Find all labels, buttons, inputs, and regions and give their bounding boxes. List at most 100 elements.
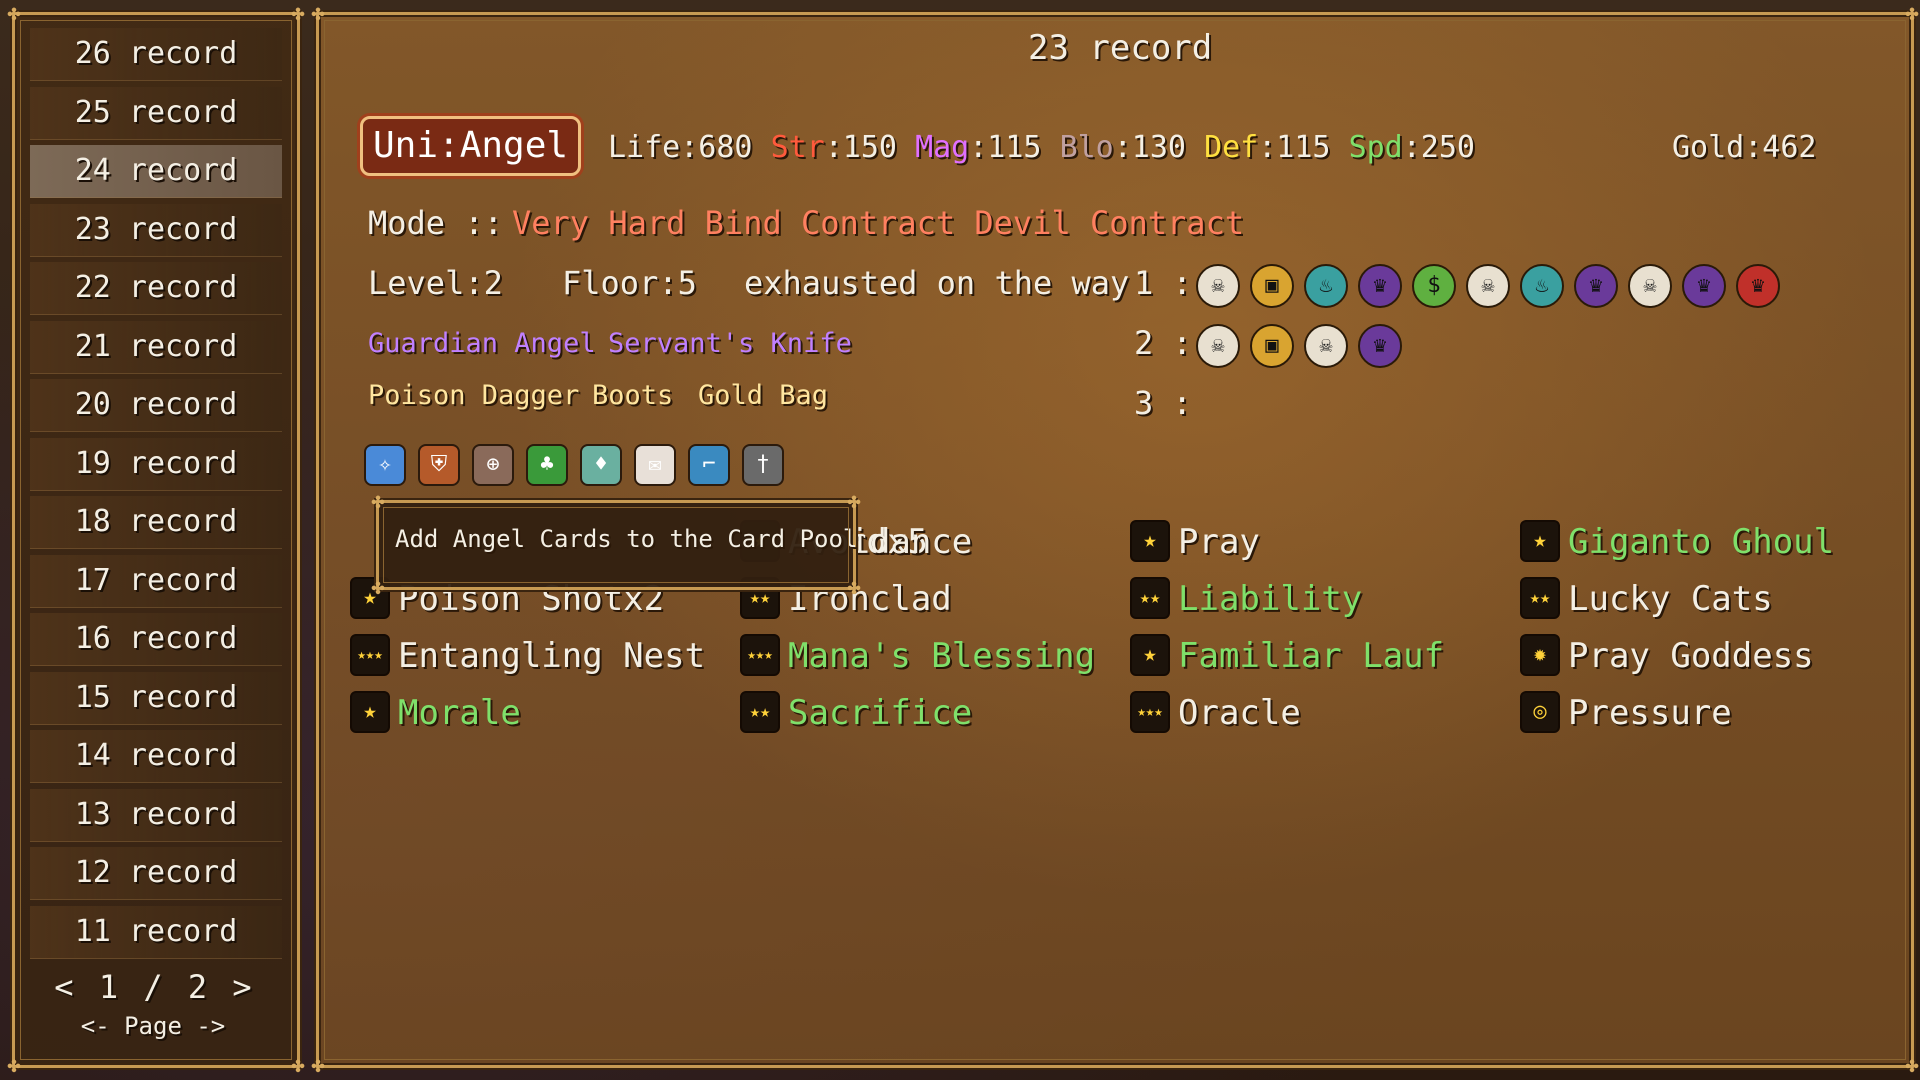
record-list-item[interactable]: 24 record	[30, 145, 282, 198]
page-indicator: 1 / 2	[98, 968, 208, 1006]
record-list-item[interactable]: 19 record	[30, 437, 282, 491]
relic-row-label: 1 :	[1134, 264, 1192, 302]
stat-mag-value: :115	[969, 130, 1042, 165]
demon-icon[interactable]: ♛	[1358, 324, 1402, 368]
flame-icon[interactable]: ♨	[1520, 264, 1564, 308]
record-list-item[interactable]: 21 record	[30, 320, 282, 374]
card-rank-icon: ✹	[1520, 634, 1560, 676]
skull-icon[interactable]: ☠	[1628, 264, 1672, 308]
level-value: Level:2	[368, 264, 503, 302]
card-entry[interactable]: Pressure	[1568, 693, 1732, 733]
gold-amount: Gold:462	[1672, 130, 1817, 165]
stat-blo-label: Blo	[1059, 130, 1114, 165]
stat-blo-value: :130	[1113, 130, 1186, 165]
record-list-item[interactable]: 17 record	[30, 554, 282, 608]
record-list-item[interactable]: 22 record	[30, 262, 282, 315]
red-demon-icon[interactable]: ♛	[1736, 264, 1780, 308]
card-rank-icon: ★★★	[740, 634, 780, 676]
next-page-button[interactable]: >	[232, 968, 251, 1006]
stat-mag-label: Mag	[915, 130, 970, 165]
letter-icon[interactable]: ✉	[634, 444, 676, 486]
card-rank-icon: ★	[350, 691, 390, 733]
run-result: exhausted on the way	[744, 264, 1130, 302]
tooltip-text: Add Angel Cards to the Card Pool	[395, 525, 858, 553]
character-name-badge: Uni:Angel	[360, 116, 582, 176]
prev-page-button[interactable]: <	[54, 968, 73, 1006]
floor-value: Floor:5	[562, 264, 697, 302]
card-rank-icon: ★★★	[350, 634, 390, 676]
wings-icon[interactable]: ✧	[364, 444, 406, 486]
frame-corner-ornament: ✤	[371, 575, 385, 600]
knife-icon[interactable]: †	[742, 444, 784, 486]
relic-row-label: 2 :	[1134, 324, 1192, 362]
record-list-item[interactable]: 12 record	[30, 847, 282, 900]
card-rank-icon: ★★	[1130, 577, 1170, 619]
demon-icon[interactable]: ♛	[1682, 264, 1726, 308]
leaf-icon[interactable]: ♣	[526, 444, 568, 486]
tooltip: ✤ ✤ ✤ ✤ Add Angel Cards to the Card Pool	[371, 491, 860, 599]
pager: < 1 / 2 >	[12, 968, 294, 1006]
card-entry[interactable]: Sacrifice	[788, 693, 972, 733]
shield-icon[interactable]: ⛨	[418, 444, 460, 486]
mode-value: Very Hard Bind Contract Devil Contract	[512, 204, 1245, 242]
compass-icon[interactable]: ⊕	[472, 444, 514, 486]
record-title: 23 record	[1028, 28, 1213, 68]
flame-icon[interactable]: ♨	[1304, 264, 1348, 308]
record-list-item[interactable]: 16 record	[30, 613, 282, 666]
stat-str-value: :150	[824, 130, 897, 165]
skull-icon[interactable]: ☠	[1196, 324, 1240, 368]
frame-corner-ornament: ✤	[847, 575, 861, 600]
chest-icon[interactable]: ▣	[1250, 264, 1294, 308]
frame-corner-ornament: ✤	[371, 489, 385, 514]
frame-corner-ornament: ✤	[311, 1, 325, 26]
card-entry[interactable]: Mana's Blessing	[788, 636, 1095, 676]
card-rank-icon: ★★★	[1130, 691, 1170, 733]
card-entry[interactable]: Morale	[398, 693, 521, 733]
stat-spd-value: :250	[1402, 130, 1475, 165]
card-entry[interactable]: Familiar Lauf	[1178, 636, 1444, 676]
boot-icon[interactable]: ⌐	[688, 444, 730, 486]
card-rank-icon: ★★	[740, 691, 780, 733]
sack-icon[interactable]: $	[1412, 264, 1456, 308]
page-label: <- Page ->	[80, 1012, 226, 1040]
card-entry[interactable]: Entangling Nest	[398, 636, 705, 676]
skull-icon[interactable]: ☠	[1466, 264, 1510, 308]
card-entry[interactable]: Oracle	[1178, 693, 1301, 733]
record-list-item[interactable]: 20 record	[30, 379, 282, 432]
equipment-1: Poison Dagger	[368, 380, 580, 411]
record-list-item[interactable]: 26 record	[30, 28, 282, 81]
chest-icon[interactable]: ▣	[1250, 324, 1294, 368]
record-list-item[interactable]: 14 record	[30, 730, 282, 783]
record-list-item[interactable]: 23 record	[30, 203, 282, 257]
card-entry[interactable]: Giganto Ghoul	[1568, 522, 1834, 562]
potion-icon[interactable]: ♦	[580, 444, 622, 486]
record-list-item[interactable]: 25 record	[30, 86, 282, 140]
stats-line: Life:680 Str:150 Mag:115 Blo:130 Def:115…	[608, 130, 1475, 165]
card-rank-icon: ★★	[1520, 577, 1560, 619]
record-list-item[interactable]: 18 record	[30, 496, 282, 549]
stat-spd-label: Spd	[1348, 130, 1403, 165]
relic-row-label: 3 :	[1134, 384, 1192, 422]
card-entry[interactable]: Pray	[1178, 522, 1260, 562]
card-entry[interactable]: Pray Goddess	[1568, 636, 1814, 676]
blessing-1: Guardian Angel	[368, 328, 596, 359]
record-list-item[interactable]: 11 record	[30, 905, 282, 959]
frame-corner-ornament: ✤	[847, 489, 861, 514]
skull-icon[interactable]: ☠	[1304, 324, 1348, 368]
record-list-item[interactable]: 13 record	[30, 788, 282, 842]
card-entry[interactable]: Lucky Cats	[1568, 579, 1773, 619]
demon-icon[interactable]: ♛	[1574, 264, 1618, 308]
record-list-item[interactable]: 15 record	[30, 671, 282, 725]
frame-corner-ornament: ✤	[291, 1053, 305, 1078]
card-rank-icon: ★	[1130, 520, 1170, 562]
skull-icon[interactable]: ☠	[1196, 264, 1240, 308]
blessing-2: Servant's Knife	[608, 328, 852, 359]
demon-icon[interactable]: ♛	[1358, 264, 1402, 308]
equipment-3: Gold Bag	[698, 380, 829, 411]
mode-label: Mode ::	[368, 204, 503, 242]
frame-corner-ornament: ✤	[1905, 1, 1919, 26]
card-entry[interactable]: Liability	[1178, 579, 1362, 619]
equipment-2: Boots	[592, 380, 674, 411]
frame-corner-ornament: ✤	[7, 1053, 21, 1078]
stat-def-value: :115	[1258, 130, 1331, 165]
